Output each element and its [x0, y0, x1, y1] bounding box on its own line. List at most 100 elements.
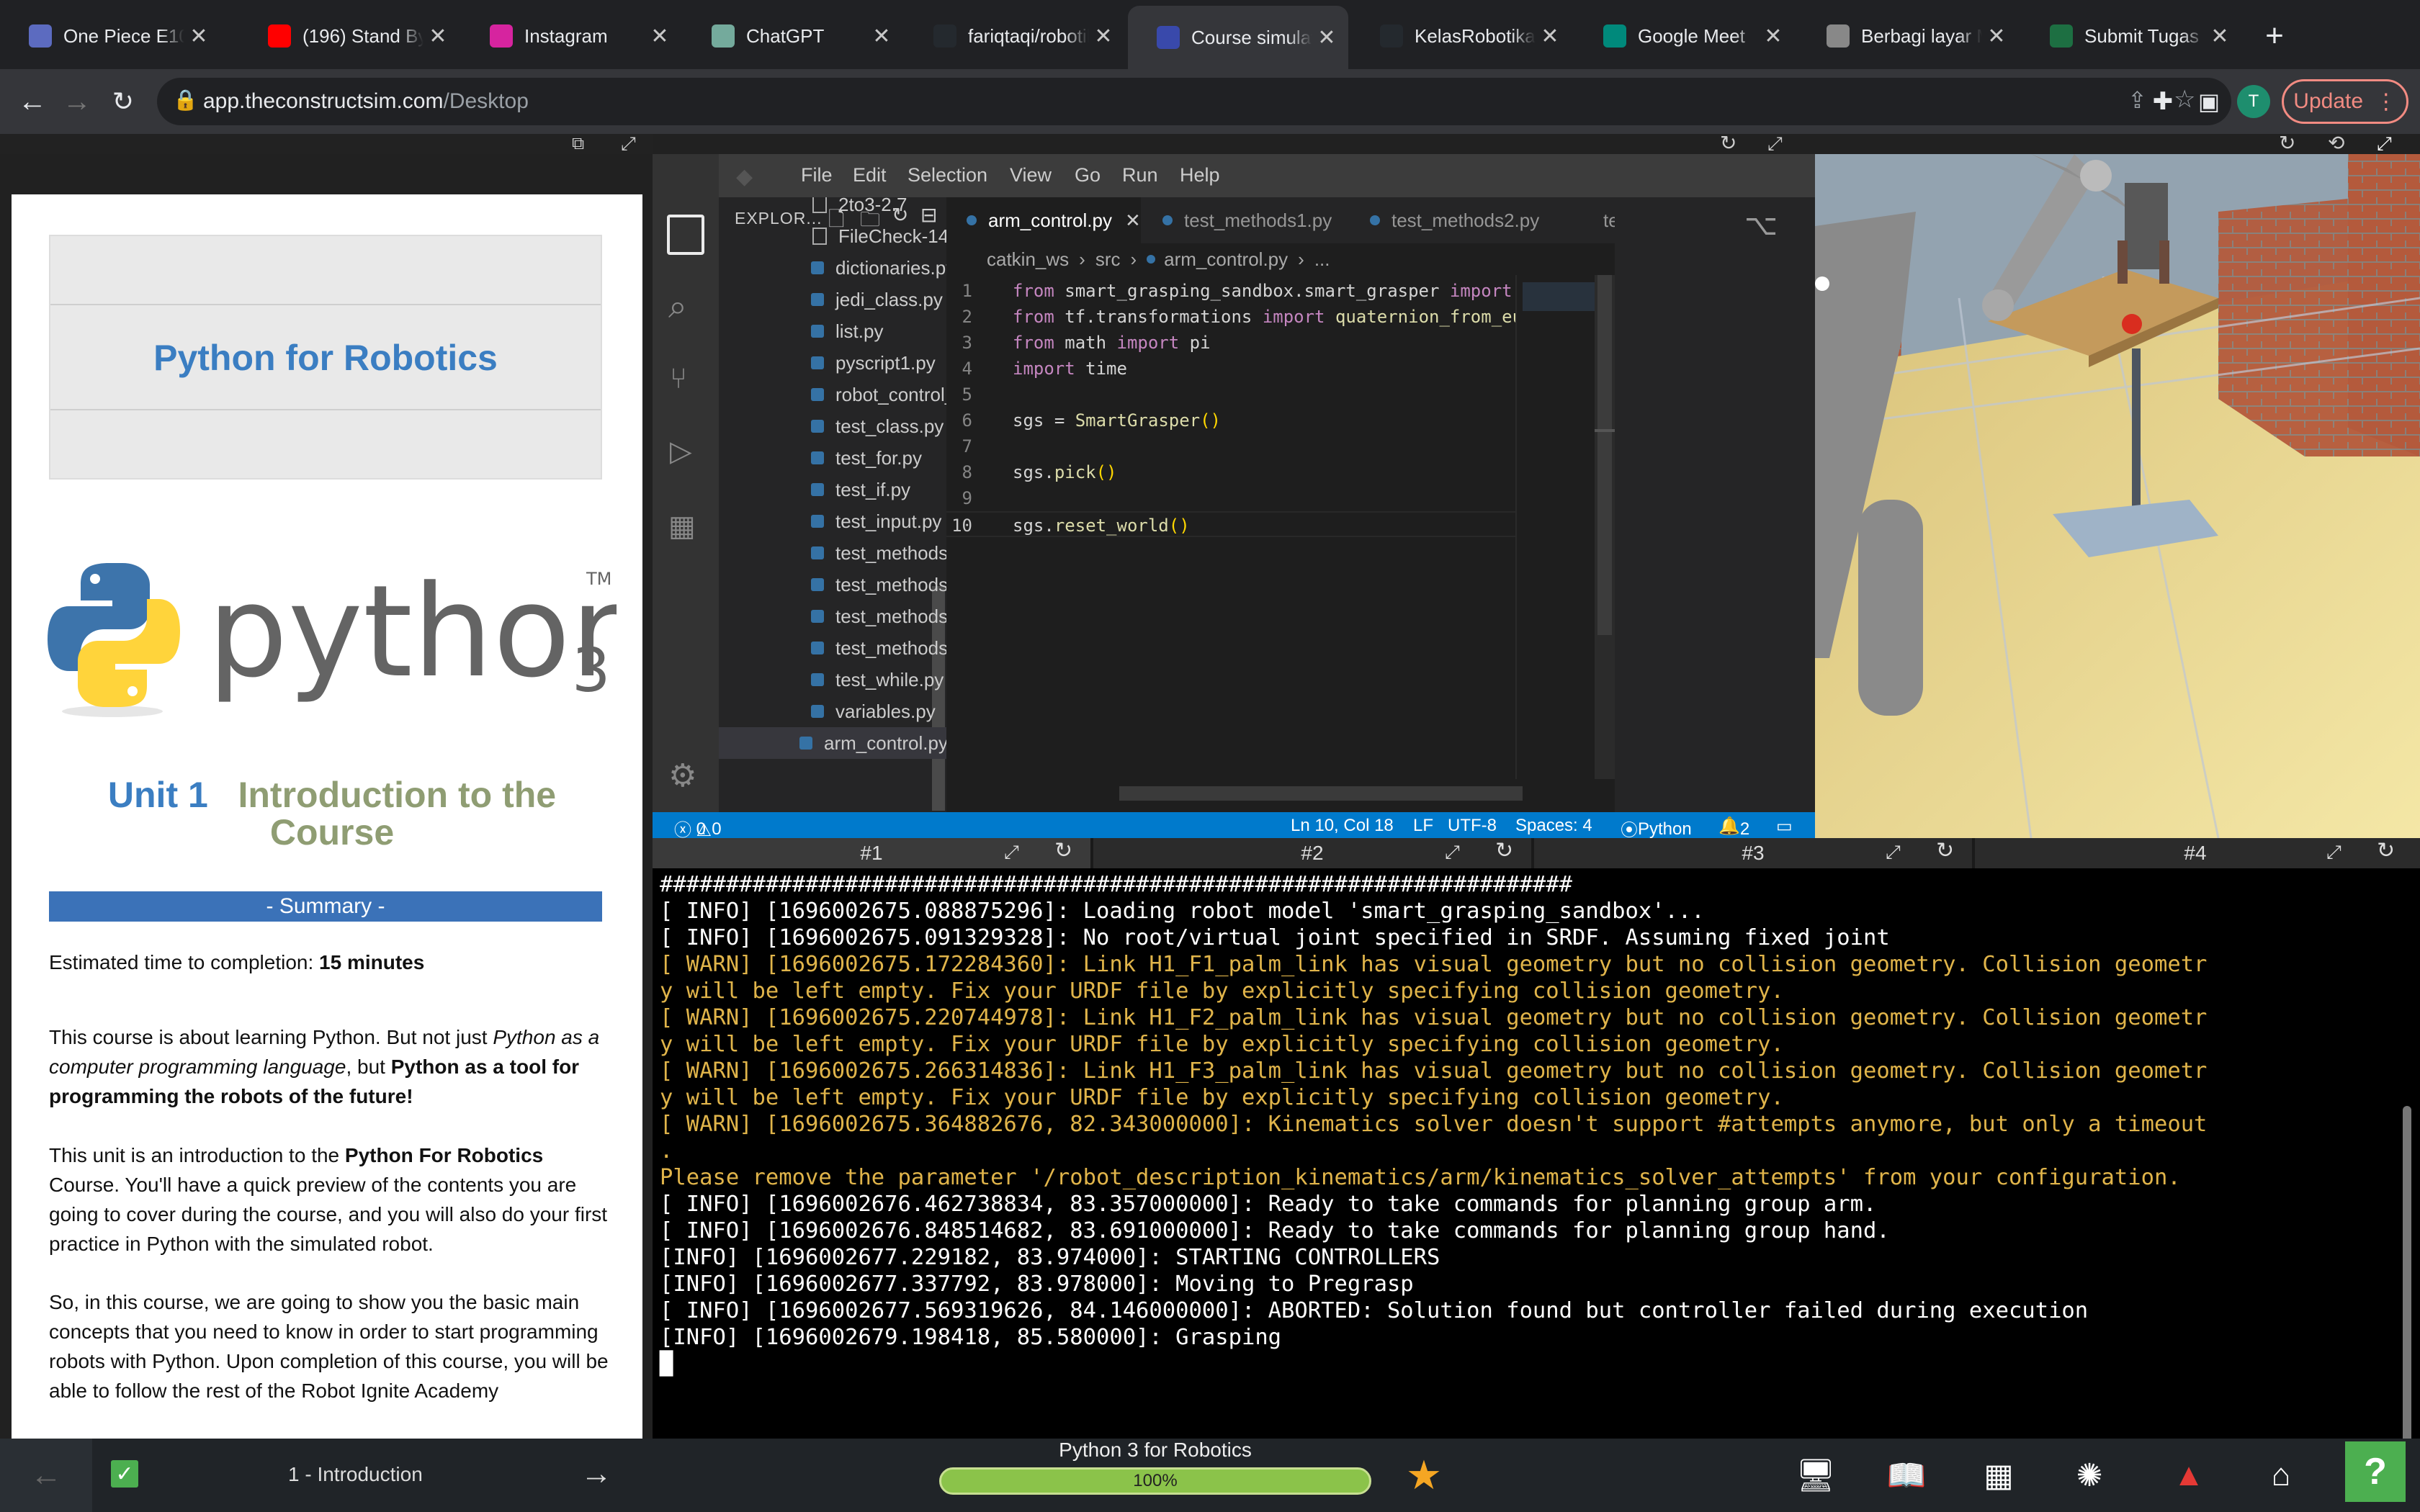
language-mode[interactable]: ⦿ Python: [1621, 816, 1692, 841]
sim-expand-icon[interactable]: ⤢: [2377, 132, 2392, 156]
close-tab-icon[interactable]: ✕: [184, 24, 213, 49]
side-panel-icon[interactable]: ▣: [2191, 84, 2227, 120]
tab-test-methods2[interactable]: test_methods2.py: [1350, 197, 1570, 243]
menu-go[interactable]: Go: [1075, 164, 1101, 186]
reload-terminal-icon[interactable]: ↻: [1054, 838, 1072, 863]
robot-simulation-view[interactable]: [1815, 154, 2420, 838]
code-area[interactable]: 1 from smart_grasping_sandbox.smart_grasp…: [946, 275, 1515, 779]
terminal-tab-4[interactable]: #4 ⤢ ↻: [1975, 838, 2416, 868]
close-tab-icon[interactable]: ✕: [1536, 24, 1564, 49]
menu-help[interactable]: Help: [1180, 164, 1220, 186]
explorer-file[interactable]: test_methods1.py: [719, 537, 946, 569]
explorer-file[interactable]: test_for.py: [719, 442, 946, 474]
terminal-output[interactable]: ########################################…: [653, 868, 2420, 1439]
close-tab-icon[interactable]: ✕: [1759, 24, 1788, 49]
warning-icon[interactable]: ▲: [2169, 1456, 2208, 1495]
explorer-file[interactable]: jedi_class.py: [719, 284, 946, 315]
terminal-tab-1[interactable]: #1 ⤢ ↻: [653, 838, 1093, 868]
breadcrumb-item[interactable]: src: [1095, 248, 1121, 271]
back-arrow-icon[interactable]: ←: [14, 84, 50, 120]
minimize-window-icon[interactable]: ⧉: [572, 134, 584, 154]
tab-arm-control[interactable]: arm_control.py ✕: [946, 197, 1141, 243]
layout-icon[interactable]: ▭: [1776, 816, 1793, 837]
expand-terminal-icon[interactable]: ⤢: [2326, 841, 2341, 864]
share-icon[interactable]: ⇪: [2128, 86, 2147, 114]
close-tab-icon[interactable]: ✕: [1125, 210, 1141, 232]
browser-tab[interactable]: Berbagi layar Mac✕: [1798, 9, 2018, 63]
browser-tab[interactable]: Submit Tugas M✕: [2021, 9, 2241, 63]
terminal-tab-2[interactable]: #2 ⤢ ↻: [1093, 838, 1534, 868]
current-unit-label[interactable]: 1 - Introduction: [288, 1463, 423, 1486]
browser-tab[interactable]: Course simulation✕: [1128, 6, 1348, 69]
explorer-file[interactable]: test_while.py: [719, 664, 946, 696]
expand-terminal-icon[interactable]: ⤢: [1886, 841, 1901, 864]
explorer-file[interactable]: variables.py: [719, 696, 946, 727]
close-tab-icon[interactable]: ✕: [867, 24, 896, 49]
notebook-icon[interactable]: 📖: [1887, 1456, 1927, 1495]
ai-assistant-icon[interactable]: ✺: [2070, 1456, 2109, 1495]
breadcrumb-item[interactable]: catkin_ws: [987, 248, 1069, 271]
reload-terminal-icon[interactable]: ↻: [1495, 838, 1513, 863]
completed-check-icon[interactable]: ✓: [111, 1460, 138, 1488]
browser-tab[interactable]: (196) Stand By Me✕: [239, 9, 460, 63]
browser-tab[interactable]: Google Meet ✕: [1574, 9, 1795, 63]
editor-scroll-thumb[interactable]: [1597, 275, 1612, 635]
star-rating-icon[interactable]: ★: [1404, 1452, 1443, 1498]
layout-grid-icon[interactable]: ▦: [1979, 1456, 2018, 1495]
expand-terminal-icon[interactable]: ⤢: [1445, 841, 1460, 864]
source-control-icon[interactable]: ⑂: [670, 363, 687, 395]
menu-edit[interactable]: Edit: [853, 164, 887, 186]
expand-terminal-icon[interactable]: ⤢: [1004, 841, 1019, 864]
sim-refresh-icon[interactable]: ↻: [2279, 131, 2295, 155]
settings-gear-icon[interactable]: ⚙: [668, 757, 696, 794]
close-tab-icon[interactable]: ✕: [2205, 24, 2234, 49]
cursor-position[interactable]: Ln 10, Col 18: [1291, 816, 1394, 836]
previous-arrow-icon[interactable]: ←: [0, 1439, 92, 1512]
home-icon[interactable]: ⌂: [2262, 1456, 2300, 1495]
explorer-file[interactable]: pyscript1.py: [719, 347, 946, 379]
close-tab-icon[interactable]: ✕: [1312, 25, 1341, 50]
close-tab-icon[interactable]: ✕: [424, 24, 452, 49]
explorer-file[interactable]: robot_control_cla...: [719, 379, 946, 410]
refresh-editor-icon[interactable]: ↻: [1720, 131, 1736, 155]
extensions-icon[interactable]: ✚: [2145, 84, 2181, 120]
minimap[interactable]: [1515, 275, 1595, 779]
browser-tab[interactable]: KelasRobotika/R✕: [1351, 9, 1572, 63]
error-warning-status[interactable]: ⓧ 0 ⚠ 0: [674, 816, 722, 841]
next-arrow-icon[interactable]: →: [581, 1456, 612, 1492]
close-tab-icon[interactable]: ✕: [645, 24, 674, 49]
explorer-file[interactable]: list.py: [719, 315, 946, 347]
profile-avatar[interactable]: T: [2237, 85, 2270, 118]
menu-run[interactable]: Run: [1122, 164, 1158, 186]
new-tab-icon[interactable]: +: [2253, 9, 2296, 63]
browser-tab[interactable]: Instagram ✕: [461, 9, 681, 63]
tab-test-methods1[interactable]: test_methods1.py: [1142, 197, 1348, 243]
explorer-file[interactable]: test_if.py: [719, 474, 946, 505]
close-tab-icon[interactable]: ✕: [1982, 24, 2011, 49]
desktop-icon[interactable]: 🖥: [1796, 1456, 1836, 1495]
tab-overflow[interactable]: te: [1572, 197, 1615, 243]
explorer-file[interactable]: test_methods3.py: [719, 600, 946, 632]
breadcrumb-item[interactable]: ...: [1314, 248, 1330, 271]
editor-scrollbar[interactable]: [1595, 275, 1615, 779]
end-of-line[interactable]: LF: [1413, 816, 1433, 836]
explorer-file[interactable]: test_input.py: [719, 505, 946, 537]
explorer-file[interactable]: test_methods4.py: [719, 632, 946, 664]
file-encoding[interactable]: UTF-8: [1448, 816, 1497, 836]
reload-terminal-icon[interactable]: ↻: [1936, 838, 1954, 863]
explorer-icon[interactable]: [667, 215, 704, 255]
forward-arrow-icon[interactable]: →: [59, 84, 95, 120]
menu-selection[interactable]: Selection: [908, 164, 987, 186]
sim-reset-icon[interactable]: ⟲: [2328, 131, 2344, 155]
breadcrumb-item[interactable]: arm_control.py: [1164, 248, 1288, 271]
browser-tab[interactable]: fariqtaqi/robotik ✕: [905, 9, 1125, 63]
explorer-file[interactable]: dictionaries.py: [719, 252, 946, 284]
notifications-status[interactable]: 🔔 2: [1718, 816, 1749, 839]
terminal-tab-3[interactable]: #3 ⤢ ↻: [1534, 838, 1975, 868]
reload-icon[interactable]: ↻: [105, 84, 141, 120]
browser-tab[interactable]: One Piece E1026✕: [0, 9, 220, 63]
tree-panel-icon[interactable]: ⌥: [1744, 209, 1778, 242]
update-button[interactable]: Update ⋮: [2282, 79, 2408, 124]
extensions-panel-icon[interactable]: ▦: [668, 510, 696, 543]
expand-editor-icon[interactable]: ⤢: [1767, 132, 1783, 156]
